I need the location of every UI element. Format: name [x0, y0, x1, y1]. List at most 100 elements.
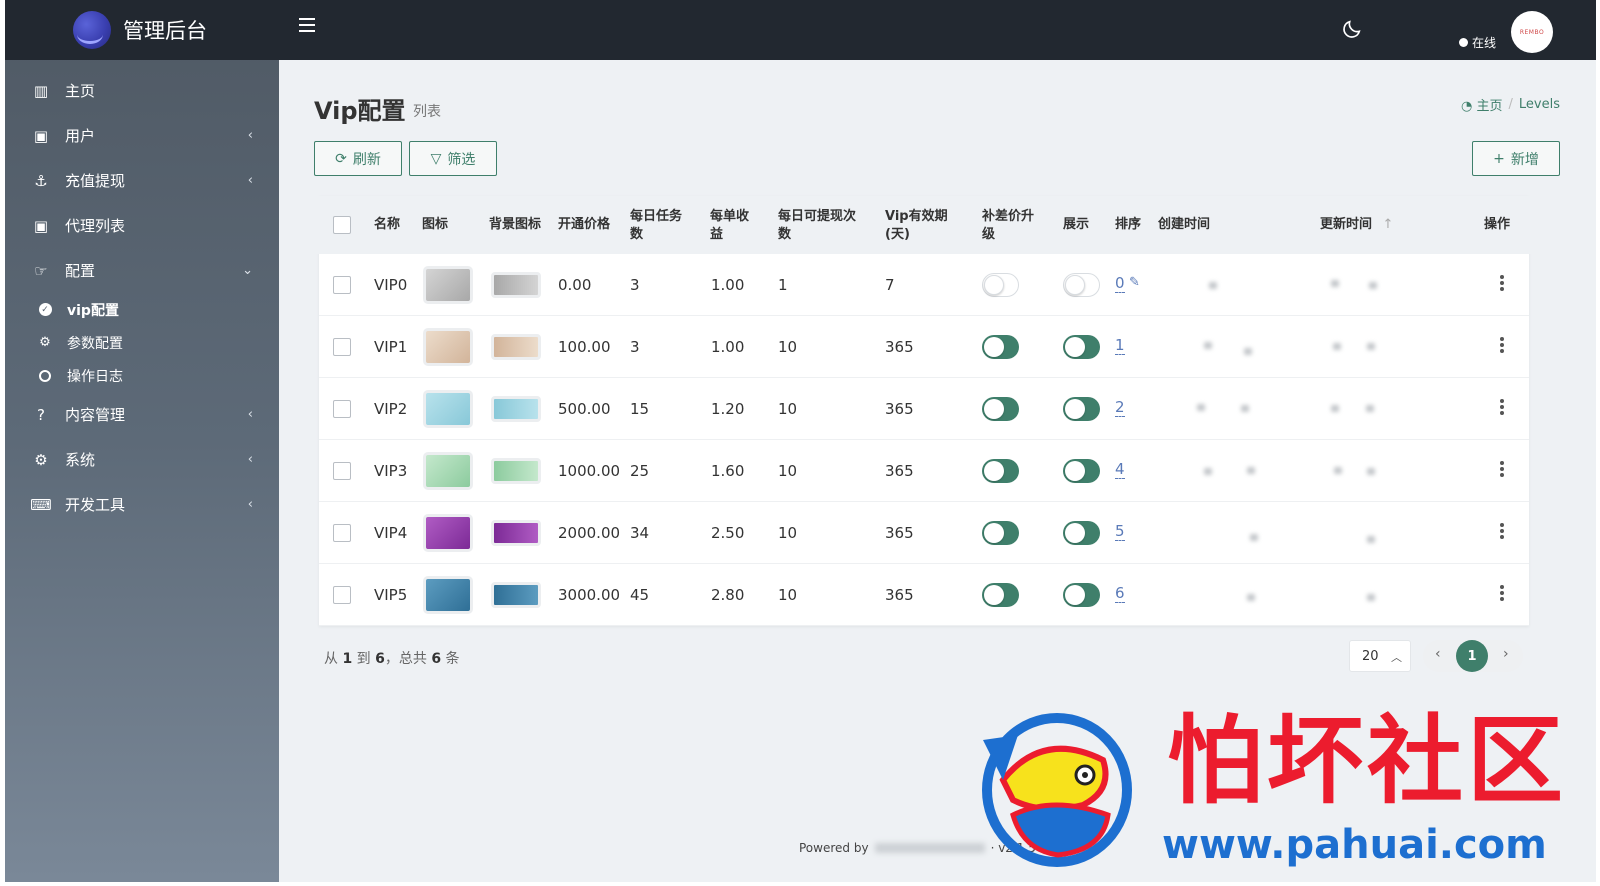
filter-button[interactable]: ▽ 筛选: [409, 141, 497, 176]
sidebar-subitem-vip-config[interactable]: ✓ vip配置: [5, 293, 279, 326]
sidebar-subitem-oplog[interactable]: 操作日志: [5, 359, 279, 392]
row-actions-menu-icon[interactable]: [1500, 399, 1504, 417]
breadcrumb-home[interactable]: ◔ 主页: [1461, 95, 1503, 114]
show-toggle[interactable]: [1063, 459, 1100, 483]
sort-value[interactable]: 0: [1115, 274, 1125, 293]
sidebar-item-system[interactable]: ⚙ 系统 ‹: [5, 437, 279, 482]
row-checkbox[interactable]: [333, 276, 351, 294]
page-size-select[interactable]: 20 ︿: [1349, 640, 1411, 672]
row-checkbox[interactable]: [333, 524, 351, 542]
moon-icon[interactable]: [1341, 18, 1363, 40]
select-all-checkbox[interactable]: [333, 216, 351, 234]
upgrade-toggle[interactable]: [982, 335, 1019, 359]
upgrade-toggle[interactable]: [982, 273, 1019, 297]
sidebar-item-users[interactable]: ▣ 用户 ‹: [5, 113, 279, 158]
sort-value[interactable]: 2: [1115, 398, 1125, 417]
sort-value[interactable]: 5: [1115, 522, 1125, 541]
vip-icon-image[interactable]: [423, 390, 473, 428]
sort-value[interactable]: 6: [1115, 584, 1125, 603]
vip-bg-icon-image[interactable]: [491, 272, 541, 298]
toggle-knob: [1065, 337, 1085, 357]
toggle-knob: [984, 461, 1004, 481]
vip-icon-image[interactable]: [423, 328, 473, 366]
vip-bg-icon-image[interactable]: [491, 582, 541, 608]
sidebar-item-devtools[interactable]: ⌨ 开发工具 ‹: [5, 482, 279, 527]
dashboard-icon: ◔: [1461, 99, 1473, 114]
header-income: 每单收益: [710, 209, 750, 242]
sort-value[interactable]: 4: [1115, 460, 1125, 479]
chevron-up-icon: ︿: [1391, 651, 1402, 664]
summary-unit: 条: [445, 651, 460, 667]
vip-bg-icon-image[interactable]: [491, 396, 541, 422]
vip-icon-image[interactable]: [423, 266, 473, 304]
row-actions-menu-icon[interactable]: [1500, 461, 1504, 479]
toggle-knob: [984, 337, 1004, 357]
menu-toggle-icon[interactable]: [299, 18, 315, 32]
toggle-knob: [1065, 461, 1085, 481]
sidebar-subitem-params[interactable]: ⚙ 参数配置: [5, 326, 279, 359]
avatar[interactable]: REMBO: [1511, 11, 1553, 53]
blurred-timestamp: [1244, 348, 1252, 355]
upgrade-toggle[interactable]: [982, 397, 1019, 421]
watermark-text: 怕坏社区: [1167, 704, 1567, 817]
show-toggle[interactable]: [1063, 397, 1100, 421]
upgrade-toggle[interactable]: [982, 521, 1019, 545]
vip-bg-icon-image[interactable]: [491, 520, 541, 546]
header-updated[interactable]: 更新时间 ↑: [1320, 216, 1393, 234]
prev-page-button[interactable]: ‹: [1435, 646, 1441, 662]
chevron-left-icon: ‹: [247, 173, 253, 188]
cell-tasks: 45: [630, 586, 650, 604]
row-actions-menu-icon[interactable]: [1500, 337, 1504, 355]
sidebar-item-config[interactable]: ☞ 配置 ⌄: [5, 248, 279, 293]
user-card-icon: ▣: [33, 216, 49, 235]
refresh-button[interactable]: ⟳ 刷新: [314, 141, 402, 176]
sidebar-item-content[interactable]: ? 内容管理 ‹: [5, 392, 279, 437]
sidebar-item-label: 配置: [65, 262, 96, 280]
row-checkbox[interactable]: [333, 400, 351, 418]
app-window: 管理后台 ▥ 主页 ▣ 用户 ‹ ⚓ 充值提现 ‹ ▣ 代理列表 ☞ 配置 ⌄ …: [5, 0, 1596, 882]
blurred-timestamp: [1247, 594, 1255, 601]
filter-label: 筛选: [447, 151, 476, 168]
cell-price: 500.00: [558, 400, 611, 418]
toggle-knob: [1065, 523, 1085, 543]
sidebar-item-home[interactable]: ▥ 主页: [5, 68, 279, 113]
blurred-timestamp: [1197, 404, 1205, 411]
toggle-knob: [1065, 585, 1085, 605]
vip-bg-icon-image[interactable]: [491, 334, 541, 360]
header-sort[interactable]: 排序: [1115, 216, 1141, 234]
vip-icon-image[interactable]: [423, 514, 473, 552]
row-checkbox[interactable]: [333, 338, 351, 356]
keyboard-icon: ⌨: [30, 495, 52, 514]
page-button-current[interactable]: 1: [1456, 640, 1488, 672]
row-actions-menu-icon[interactable]: [1500, 585, 1504, 603]
show-toggle[interactable]: [1063, 335, 1100, 359]
vip-table: 名称 图标 背景图标 开通价格 每日任务数 每单收益 每日可提现次数 Vip有效…: [314, 196, 1534, 626]
chevron-left-icon: ‹: [247, 497, 253, 512]
summary-prefix: 从: [324, 651, 338, 667]
chevron-left-icon: ‹: [247, 128, 253, 143]
row-actions-menu-icon[interactable]: [1500, 275, 1504, 293]
upgrade-toggle[interactable]: [982, 459, 1019, 483]
row-actions-menu-icon[interactable]: [1500, 523, 1504, 541]
sort-value[interactable]: 1: [1115, 336, 1125, 355]
gear-icon: ⚙: [34, 450, 48, 469]
vip-icon-image[interactable]: [423, 452, 473, 490]
add-button[interactable]: + 新增: [1472, 141, 1560, 176]
upgrade-toggle[interactable]: [982, 583, 1019, 607]
watermark-fish-logo: [982, 713, 1132, 867]
plus-icon: +: [1493, 150, 1505, 167]
show-toggle[interactable]: [1063, 583, 1100, 607]
sidebar-item-recharge[interactable]: ⚓ 充值提现 ‹: [5, 158, 279, 203]
edit-pencil-icon[interactable]: ✎: [1129, 275, 1140, 290]
sidebar-item-agents[interactable]: ▣ 代理列表: [5, 203, 279, 248]
online-status: 在线: [1459, 34, 1496, 51]
summary-to: 6: [375, 651, 385, 667]
vip-icon-image[interactable]: [423, 576, 473, 614]
row-checkbox[interactable]: [333, 462, 351, 480]
next-page-button[interactable]: ›: [1503, 646, 1509, 662]
show-toggle[interactable]: [1063, 521, 1100, 545]
show-toggle[interactable]: [1063, 273, 1100, 297]
row-checkbox[interactable]: [333, 586, 351, 604]
vip-bg-icon-image[interactable]: [491, 458, 541, 484]
brand[interactable]: 管理后台: [5, 0, 279, 60]
